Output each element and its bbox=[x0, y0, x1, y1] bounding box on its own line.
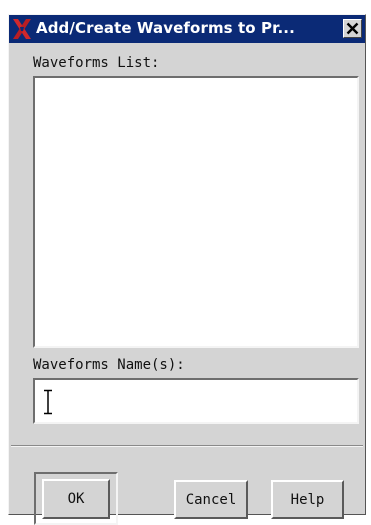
window-title: Add/Create Waveforms to Pr... bbox=[36, 19, 295, 37]
waveforms-name-input[interactable] bbox=[33, 378, 359, 424]
waveforms-name-label: Waveforms Name(s): bbox=[33, 357, 185, 373]
title-bar[interactable]: Add/Create Waveforms to Pr... bbox=[9, 15, 365, 43]
text-cursor-icon bbox=[44, 389, 52, 415]
button-separator bbox=[11, 445, 363, 447]
x-logo-icon bbox=[12, 18, 32, 40]
close-icon bbox=[346, 22, 359, 35]
close-button[interactable] bbox=[343, 19, 362, 38]
waveforms-list-label: Waveforms List: bbox=[33, 55, 160, 71]
add-create-waveforms-dialog: Add/Create Waveforms to Pr... Waveforms … bbox=[8, 14, 366, 525]
help-button[interactable]: Help bbox=[271, 480, 344, 519]
waveforms-list[interactable] bbox=[33, 76, 359, 348]
cancel-button[interactable]: Cancel bbox=[174, 480, 248, 519]
ok-button[interactable]: OK bbox=[42, 479, 110, 519]
